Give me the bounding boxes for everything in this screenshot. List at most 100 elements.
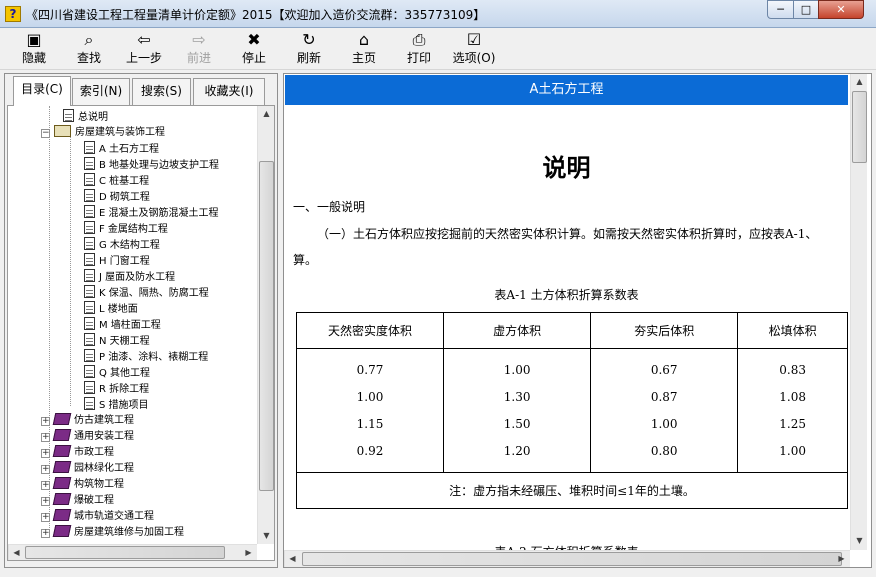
forward-arrow-button[interactable]: ⇨ 前进	[175, 30, 223, 68]
scroll-left-arrow-icon[interactable]: ◀	[9, 545, 24, 560]
tab-search[interactable]: 搜索(S)	[132, 78, 191, 105]
close-button[interactable]: ✕	[818, 0, 864, 19]
tree-item-label: M 墙柱面工程	[99, 320, 161, 331]
print-button[interactable]: ⎙ 打印	[395, 30, 443, 68]
tree-item[interactable]: + 爆破工程	[41, 493, 114, 509]
document-horizontal-scrollbar[interactable]: ◀ ▶	[284, 550, 850, 567]
table-header-cell: 松填体积	[737, 312, 848, 349]
app-help-icon: ?	[5, 6, 21, 22]
options-button[interactable]: ☑ 选项(O)	[450, 30, 498, 68]
scroll-down-arrow-icon[interactable]: ▼	[259, 528, 274, 544]
tree-item[interactable]: 总说明	[63, 109, 108, 125]
tree-item[interactable]: F 金属结构工程	[84, 221, 168, 237]
book-icon	[52, 477, 72, 489]
stop-button[interactable]: ✖ 停止	[230, 30, 278, 68]
collapse-icon[interactable]: −	[41, 129, 50, 138]
tree-item[interactable]: L 楼地面	[84, 301, 138, 317]
document-icon	[84, 381, 95, 394]
home-button[interactable]: ⌂ 主页	[340, 30, 388, 68]
tree-item[interactable]: K 保温、隔热、防腐工程	[84, 285, 209, 301]
tree-item[interactable]: A 土石方工程	[84, 141, 159, 157]
tab-contents[interactable]: 目录(C)	[13, 76, 71, 106]
find-icon: ⌕	[84, 30, 94, 49]
tree-item[interactable]: B 地基处理与边坡支护工程	[84, 157, 219, 173]
title-bar: ? 《四川省建设工程工程量清单计价定额》2015【欢迎加入造价交流群：33577…	[0, 0, 876, 28]
expand-icon[interactable]: +	[41, 417, 50, 426]
tree-item-label: D 砌筑工程	[99, 192, 150, 203]
minimize-button[interactable]: ─	[767, 0, 794, 19]
expand-icon[interactable]: +	[41, 481, 50, 490]
tree-item[interactable]: + 园林绿化工程	[41, 461, 134, 477]
tree-item[interactable]: H 门窗工程	[84, 253, 150, 269]
scroll-thumb[interactable]	[25, 546, 225, 559]
tree-item[interactable]: + 市政工程	[41, 445, 114, 461]
contents-tree: 总说明 − 房屋建筑与装饰工程 A 土石方工程 B 地基处理与边坡支护工程 C 桩基工程 D…	[7, 105, 275, 561]
tree-item-label: 市政工程	[74, 447, 114, 458]
scroll-left-arrow-icon[interactable]: ◀	[285, 551, 300, 567]
tree-item-label: E 混凝土及钢筋混凝土工程	[99, 208, 219, 219]
toolbar-label: 刷新	[296, 51, 321, 65]
tree-item[interactable]: S 措施项目	[84, 397, 149, 413]
tree-item-label: K 保温、隔热、防腐工程	[99, 288, 209, 299]
tree-item[interactable]: G 木结构工程	[84, 237, 160, 253]
document-icon	[84, 157, 95, 170]
tree-item-label: 构筑物工程	[74, 479, 124, 490]
tree-item[interactable]: J 屋面及防水工程	[84, 269, 175, 285]
tree-item[interactable]: Q 其他工程	[84, 365, 150, 381]
document-icon	[84, 221, 95, 234]
tree-item-label: 房屋建筑维修与加固工程	[74, 527, 184, 538]
tree-item[interactable]: + 仿古建筑工程	[41, 413, 134, 429]
tree-item[interactable]: + 城市轨道交通工程	[41, 509, 154, 525]
maximize-button[interactable]: □	[793, 0, 819, 19]
hide-button[interactable]: ▣ 隐藏	[10, 30, 58, 68]
scroll-thumb[interactable]	[302, 552, 842, 566]
scroll-up-arrow-icon[interactable]: ▲	[852, 74, 867, 90]
scroll-up-arrow-icon[interactable]: ▲	[259, 106, 274, 122]
scroll-thumb[interactable]	[259, 161, 274, 491]
tree-item[interactable]: + 构筑物工程	[41, 477, 124, 493]
window-title: 《四川省建设工程工程量清单计价定额》2015【欢迎加入造价交流群：3357731…	[26, 8, 486, 22]
scroll-thumb[interactable]	[852, 91, 867, 163]
home-icon: ⌂	[358, 30, 370, 49]
tree-item[interactable]: R 拆除工程	[84, 381, 149, 397]
toolbar-label: 上一步	[125, 51, 162, 65]
toolbar-label: 主页	[351, 51, 376, 65]
table-note: 注：虚方指未经碾压、堆积时间≤1年的土壤。	[296, 472, 848, 509]
tree-horizontal-scrollbar[interactable]: ◀ ▶	[8, 544, 257, 560]
book-icon	[52, 461, 72, 473]
tree-item[interactable]: C 桩基工程	[84, 173, 149, 189]
tree-item[interactable]: + 房屋建筑维修与加固工程	[41, 525, 184, 541]
find-button[interactable]: ⌕ 查找	[65, 30, 113, 68]
expand-icon[interactable]: +	[41, 513, 50, 522]
toolbar-label: 查找	[76, 51, 101, 65]
tree-item-label: 仿古建筑工程	[74, 415, 134, 426]
expand-icon[interactable]: +	[41, 529, 50, 538]
tab-favorites[interactable]: 收藏夹(I)	[193, 78, 265, 105]
hide-icon: ▣	[26, 30, 42, 49]
tree-item[interactable]: D 砌筑工程	[84, 189, 150, 205]
back-arrow-button[interactable]: ⇦ 上一步	[120, 30, 168, 68]
scroll-down-arrow-icon[interactable]: ▼	[852, 533, 867, 549]
table-column-values: 1.00 1.30 1.50 1.20	[443, 348, 592, 473]
tree-item-label: G 木结构工程	[99, 240, 160, 251]
forward-arrow-icon: ⇨	[192, 30, 206, 49]
tree-item[interactable]: N 天棚工程	[84, 333, 150, 349]
document-icon	[84, 301, 95, 314]
tree-item[interactable]: M 墙柱面工程	[84, 317, 161, 333]
expand-icon[interactable]: +	[41, 449, 50, 458]
document-icon	[84, 317, 95, 330]
table-header-cell: 夯实后体积	[590, 312, 739, 349]
scroll-right-arrow-icon[interactable]: ▶	[834, 551, 849, 567]
tab-index[interactable]: 索引(N)	[72, 78, 130, 105]
tree-vertical-scrollbar[interactable]: ▲ ▼	[257, 106, 274, 544]
expand-icon[interactable]: +	[41, 497, 50, 506]
expand-icon[interactable]: +	[41, 465, 50, 474]
tree-item[interactable]: E 混凝土及钢筋混凝土工程	[84, 205, 219, 221]
refresh-button[interactable]: ↻ 刷新	[285, 30, 333, 68]
tree-item[interactable]: P 油漆、涂料、裱糊工程	[84, 349, 208, 365]
scroll-right-arrow-icon[interactable]: ▶	[241, 545, 256, 560]
tree-item[interactable]: − 房屋建筑与装饰工程	[41, 125, 165, 141]
expand-icon[interactable]: +	[41, 433, 50, 442]
document-vertical-scrollbar[interactable]: ▲ ▼	[850, 74, 867, 550]
tree-item[interactable]: + 通用安装工程	[41, 429, 134, 445]
